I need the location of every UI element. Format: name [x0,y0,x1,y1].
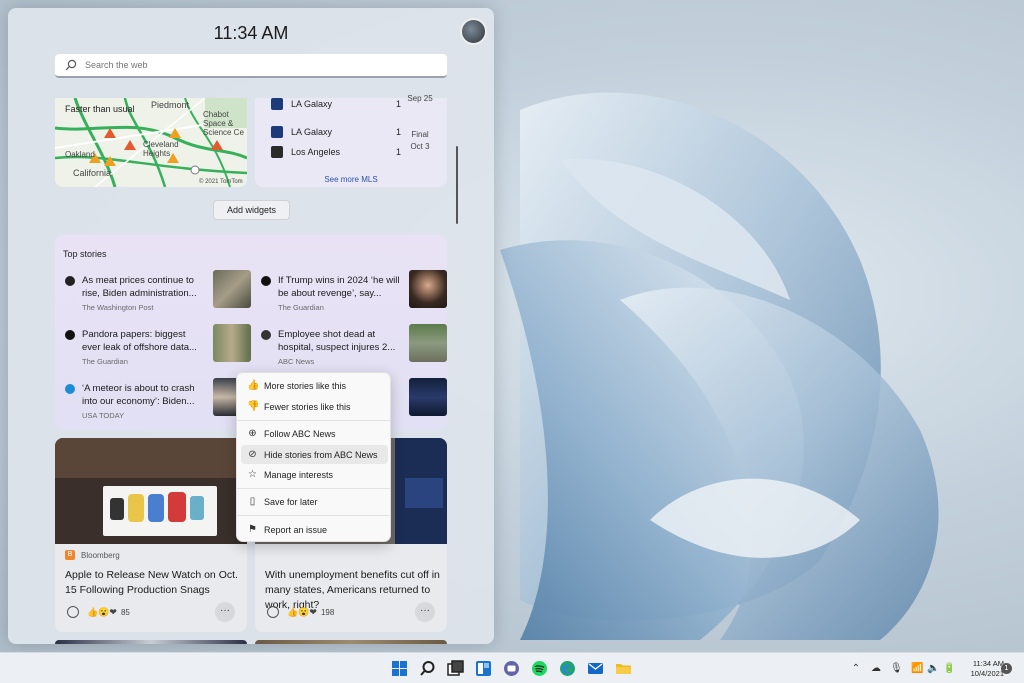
story-thumbnail [409,270,447,308]
panel-scrollbar[interactable] [456,146,458,224]
reactions[interactable]: 👍😮❤ 85 [67,606,130,618]
mls-scores-widget[interactable]: LA Galaxy 1 Sep 25 LA Galaxy 1 Los Angel… [255,94,447,187]
story-item[interactable]: As meat prices continue to rise, Biden a… [65,270,251,317]
report-issue[interactable]: ⚑ Report an issue [241,520,388,539]
publisher-icon [65,384,75,394]
volume-icon[interactable]: 🔈 [927,663,939,675]
more-options-button[interactable]: ··· [415,602,435,622]
traffic-map-widget[interactable]: Faster than usual Piedmont Chabot Space … [55,98,247,187]
battery-icon[interactable]: 🔋 [943,663,955,675]
match-date: Oct 3 [410,142,430,151]
spotify-icon[interactable] [531,660,548,677]
map-label: Cleveland Heights [143,140,179,158]
notification-count-badge[interactable]: 1 [1001,663,1012,674]
add-widgets-button[interactable]: Add widgets [213,200,290,220]
widgets-panel: 11:34 AM Faster than [8,8,494,644]
widgets-icon[interactable] [475,660,492,677]
next-card-preview [255,640,447,644]
bloomberg-logo-icon: B [65,550,75,560]
score-row: LA Galaxy 1 [271,98,401,110]
team-logo-icon [271,98,283,110]
menu-divider [237,488,390,489]
search-icon[interactable] [419,660,436,677]
flag-icon: ⚑ [248,524,257,535]
team-logo-icon [271,126,283,138]
file-explorer-icon[interactable] [615,660,632,677]
star-gear-icon: ☆ [248,469,257,480]
save-for-later[interactable]: ▯ Save for later [241,492,388,511]
story-thumbnail [409,378,447,416]
profile-avatar[interactable] [460,18,487,45]
news-card[interactable]: B Bloomberg Apple to Release New Watch o… [55,438,247,632]
card-title: Apple to Release New Watch on Oct. 15 Fo… [65,569,238,596]
card-image [55,438,247,544]
web-search-box[interactable] [55,54,447,78]
story-thumbnail [409,324,447,362]
next-card-preview [55,640,247,644]
match-status: Final [411,130,429,139]
taskbar-clock[interactable]: 11:34 AM 10/4/2021 [958,659,1004,679]
story-context-menu: 👍 More stories like this 👎 Fewer stories… [236,372,391,542]
windows-start-icon[interactable] [391,660,408,677]
reactions[interactable]: 👍😮❤ 198 [267,606,334,618]
map-label: Oakland [65,150,95,159]
publisher-icon [65,276,75,286]
menu-divider [237,515,390,516]
thumbs-down-icon: 👎 [247,401,260,412]
map-copyright: © 2021 TomTom [199,179,243,185]
match-date: Sep 25 [407,94,433,103]
score-row: Los Angeles 1 [271,146,401,158]
more-stories-like-this[interactable]: 👍 More stories like this [241,376,388,395]
more-options-button[interactable]: ··· [215,602,235,622]
manage-interests[interactable]: ☆ Manage interests [241,465,388,484]
map-label: Piedmont [151,100,190,110]
fewer-stories-like-this[interactable]: 👎 Fewer stories like this [241,397,388,416]
taskbar: ⌃ ☁ 🎙 📶 🔈 🔋 11:34 AM 10/4/2021 1 [0,652,1024,683]
story-thumbnail [213,270,251,308]
publisher-icon [261,330,271,340]
task-view-icon[interactable] [447,660,464,677]
teams-chat-icon[interactable] [503,660,520,677]
story-item[interactable]: ‘A meteor is about to crash into our eco… [65,378,251,425]
score-row: LA Galaxy 1 [271,126,401,138]
edge-browser-icon[interactable] [559,660,576,677]
add-reaction-icon[interactable] [67,606,79,618]
story-item[interactable]: Employee shot dead at hospital, suspect … [261,324,447,371]
hide-icon: ⊘ [248,449,257,460]
mail-icon[interactable] [587,660,604,677]
map-label: California [73,168,112,178]
publisher-icon [65,330,75,340]
add-reaction-icon[interactable] [267,606,279,618]
wifi-icon[interactable]: 📶 [911,663,923,675]
microphone-icon[interactable]: 🎙 [890,663,903,675]
reaction-emoji-icon: 👍😮❤ [287,606,317,617]
map-label: Chabot Space & Science Ce [203,110,244,137]
plus-circle-icon: ⊕ [248,428,257,439]
panel-clock: 11:34 AM [213,23,289,43]
search-input[interactable] [85,60,385,70]
onedrive-cloud-icon[interactable]: ☁ [870,663,882,675]
bookmark-icon: ▯ [249,496,256,507]
show-hidden-icons-chevron-up-icon[interactable]: ⌃ [850,663,862,675]
traffic-status: Faster than usual [65,104,135,114]
hide-publisher-stories[interactable]: ⊘ Hide stories from ABC News [241,445,388,464]
story-item[interactable]: If Trump wins in 2024 ‘he will be about … [261,270,447,317]
menu-divider [237,420,390,421]
search-icon [65,59,77,71]
thumbs-up-icon: 👍 [247,380,260,391]
team-logo-icon [271,146,283,158]
story-item[interactable]: Pandora papers: biggest ever leak of off… [65,324,251,371]
card-publisher: B Bloomberg [65,550,120,560]
reaction-emoji-icon: 👍😮❤ [87,606,117,617]
publisher-icon [261,276,271,286]
see-more-mls-link[interactable]: See more MLS [255,175,447,184]
story-thumbnail [213,324,251,362]
top-stories-header: Top stories [63,249,107,259]
follow-publisher[interactable]: ⊕ Follow ABC News [241,424,388,443]
